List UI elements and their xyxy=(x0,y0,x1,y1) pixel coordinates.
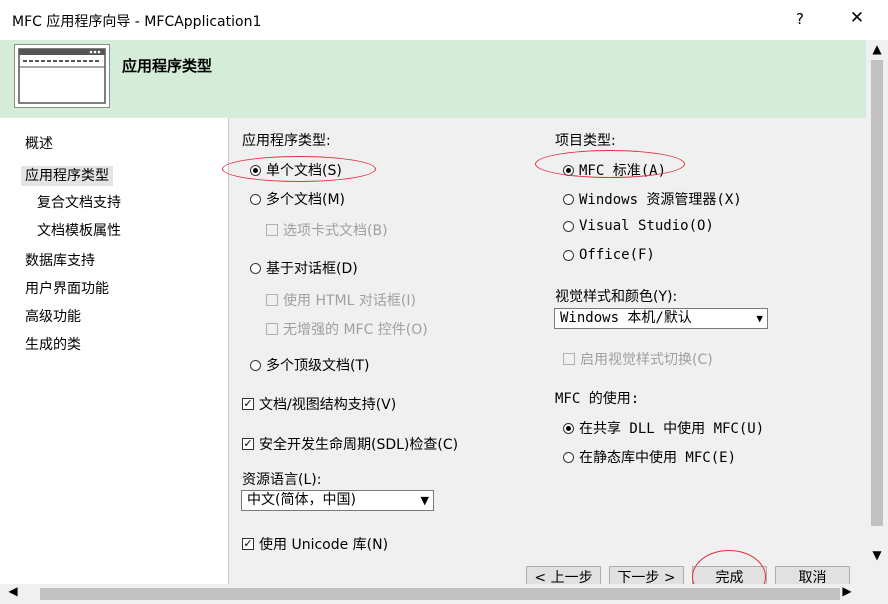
sidebar: 概述 应用程序类型 复合文档支持 文档模板属性 数据库支持 用户界面功能 高级功… xyxy=(0,118,228,584)
nav-item-generated-classes[interactable]: 生成的类 xyxy=(25,335,81,355)
chevron-down-icon: ▼ xyxy=(756,312,763,325)
visual-style-label: 视觉样式和颜色(Y): xyxy=(555,289,678,305)
checkbox-tabbed-documents: 选项卡式文档(B) xyxy=(266,220,388,240)
radio-multiple-documents[interactable]: 多个文档(M) xyxy=(250,189,345,209)
radio-mfc-standard[interactable]: MFC 标准(A) xyxy=(563,160,666,180)
radio-indicator xyxy=(563,220,574,232)
visual-style-select[interactable]: Windows 本机/默认 ▼ xyxy=(554,308,768,329)
scroll-left-icon[interactable]: ◀ xyxy=(2,584,24,604)
radio-indicator xyxy=(563,249,574,261)
checkbox-indicator xyxy=(563,353,575,365)
main-panel xyxy=(228,118,866,584)
mfc-usage-label: MFC 的使用: xyxy=(555,391,640,407)
checkbox-sdl[interactable]: ✓ 安全开发生命周期(SDL)检查(C) xyxy=(242,434,458,454)
checkbox-doc-view[interactable]: ✓ 文档/视图结构支持(V) xyxy=(242,394,396,414)
checkbox-visual-style-switch: 启用视觉样式切换(C) xyxy=(563,349,713,369)
radio-office[interactable]: Office(F) xyxy=(563,247,655,263)
nav-item-compound-document[interactable]: 复合文档支持 xyxy=(37,193,121,213)
chevron-down-icon: ▼ xyxy=(420,494,429,507)
checkbox-indicator xyxy=(266,323,278,335)
radio-static-lib[interactable]: 在静态库中使用 MFC(E) xyxy=(563,447,736,467)
radio-indicator xyxy=(250,164,261,176)
help-button[interactable]: ? xyxy=(788,10,812,32)
radio-indicator xyxy=(563,193,574,205)
checkbox-indicator xyxy=(266,294,278,306)
horizontal-scroll-thumb[interactable] xyxy=(40,588,840,600)
page-title: 应用程序类型 xyxy=(122,57,213,75)
radio-indicator xyxy=(250,262,261,274)
scroll-down-icon[interactable]: ▼ xyxy=(866,548,888,564)
radio-windows-explorer[interactable]: Windows 资源管理器(X) xyxy=(563,189,742,209)
nav-item-application-type[interactable]: 应用程序类型 xyxy=(21,166,113,186)
radio-indicator xyxy=(250,359,261,371)
vertical-scroll-thumb[interactable] xyxy=(871,60,883,526)
header-banner xyxy=(0,40,866,118)
checkbox-indicator: ✓ xyxy=(242,537,254,550)
window-icon xyxy=(14,44,110,108)
nav-item-advanced[interactable]: 高级功能 xyxy=(25,307,81,327)
radio-indicator xyxy=(563,451,574,463)
scroll-right-icon[interactable]: ▶ xyxy=(836,584,858,604)
nav-item-document-template[interactable]: 文档模板属性 xyxy=(37,221,121,241)
nav-item-user-interface[interactable]: 用户界面功能 xyxy=(25,279,109,299)
radio-single-document[interactable]: 单个文档(S) xyxy=(250,160,342,180)
checkbox-indicator: ✓ xyxy=(242,397,254,410)
checkbox-no-enhanced-controls: 无增强的 MFC 控件(O) xyxy=(266,319,428,339)
scroll-up-icon[interactable]: ▲ xyxy=(866,42,888,58)
radio-indicator xyxy=(563,164,574,176)
radio-dialog-based[interactable]: 基于对话框(D) xyxy=(250,258,358,278)
radio-shared-dll[interactable]: 在共享 DLL 中使用 MFC(U) xyxy=(563,418,764,438)
checkbox-html-dialog: 使用 HTML 对话框(I) xyxy=(266,290,416,310)
nav-item-overview[interactable]: 概述 xyxy=(25,134,53,154)
window-title: MFC 应用程序向导 - MFCApplication1 xyxy=(12,14,262,30)
resource-language-select[interactable]: 中文(简体，中国) ▼ xyxy=(241,490,434,511)
radio-multiple-toplevel[interactable]: 多个顶级文档(T) xyxy=(250,355,369,375)
radio-visual-studio[interactable]: Visual Studio(O) xyxy=(563,218,714,234)
nav-item-database[interactable]: 数据库支持 xyxy=(25,251,95,271)
project-type-label: 项目类型: xyxy=(555,133,616,149)
radio-indicator xyxy=(250,193,261,205)
checkbox-indicator xyxy=(266,224,278,236)
radio-indicator xyxy=(563,422,574,434)
checkbox-unicode[interactable]: ✓ 使用 Unicode 库(N) xyxy=(242,534,388,554)
checkbox-indicator: ✓ xyxy=(242,437,254,450)
resource-language-label: 资源语言(L): xyxy=(242,472,322,488)
app-type-label: 应用程序类型: xyxy=(242,133,331,149)
close-button[interactable]: ✕ xyxy=(842,8,872,32)
